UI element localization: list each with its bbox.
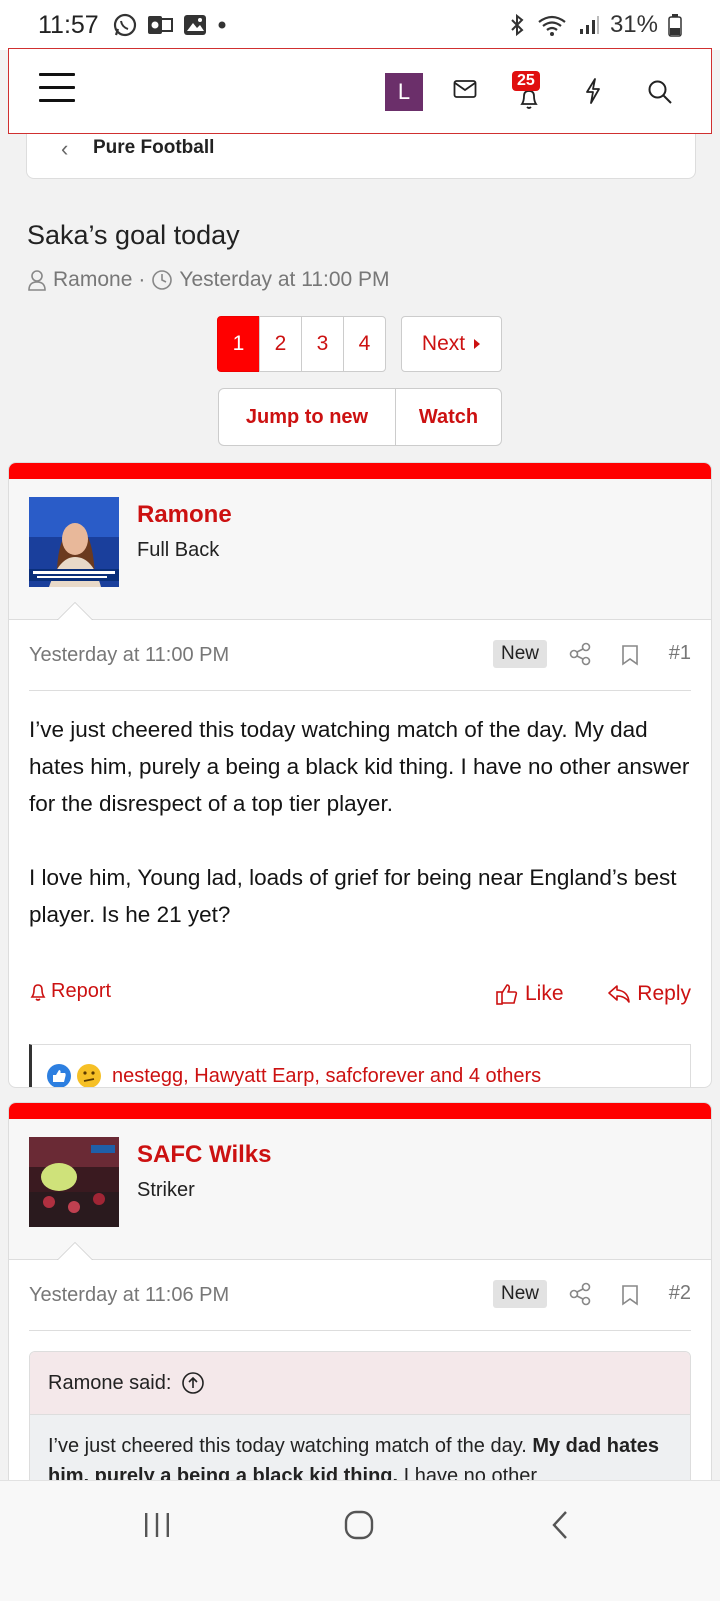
- share-icon[interactable]: [569, 1282, 591, 1306]
- battery-icon: [668, 14, 682, 37]
- quote-block: Ramone said: I’ve just cheered this toda…: [29, 1351, 691, 1480]
- user-avatar[interactable]: [29, 1137, 119, 1227]
- caret-right-icon: [474, 339, 481, 349]
- post: SAFC Wilks Striker Yesterday at 11:06 PM…: [8, 1102, 712, 1480]
- post-username[interactable]: SAFC Wilks: [137, 1141, 271, 1169]
- reactions-text[interactable]: nestegg, Hawyatt Earp, safcforever and 4…: [112, 1065, 541, 1088]
- user-icon: [28, 270, 46, 291]
- wifi-icon: [538, 15, 566, 36]
- watch-button[interactable]: Watch: [396, 389, 501, 445]
- more-notifications-icon: [218, 21, 226, 29]
- post-user-area: SAFC Wilks Striker: [9, 1119, 711, 1260]
- menu-icon[interactable]: [39, 73, 75, 107]
- post-date[interactable]: Yesterday at 11:00 PM: [29, 644, 229, 667]
- lightning-icon[interactable]: [583, 77, 603, 105]
- user-avatar[interactable]: [29, 497, 119, 587]
- reply-label: Reply: [637, 982, 691, 1005]
- thread-title: Saka’s goal today: [27, 220, 240, 250]
- post-paragraph: I’ve just cheered this today watching ma…: [29, 717, 690, 816]
- post-pointer: [57, 602, 93, 620]
- page-2-button[interactable]: 2: [259, 316, 302, 372]
- post-user-area: Ramone Full Back: [9, 479, 711, 620]
- post-username[interactable]: Ramone: [137, 501, 232, 529]
- thread-author[interactable]: Ramone: [53, 268, 132, 292]
- top-navigation: L 25: [8, 48, 712, 134]
- breadcrumb[interactable]: ‹ Pure Football: [26, 134, 696, 179]
- search-icon[interactable]: [647, 79, 673, 105]
- quote-header[interactable]: Ramone said:: [30, 1352, 690, 1415]
- pagination: 1 2 3 4: [217, 316, 386, 372]
- bookmark-icon[interactable]: [621, 1284, 639, 1306]
- new-badge: New: [493, 640, 548, 668]
- gallery-icon: [184, 15, 206, 35]
- outlook-icon: [148, 16, 173, 34]
- confused-reaction-icon: [77, 1064, 101, 1087]
- thread-actions: Jump to new Watch: [218, 388, 502, 446]
- like-label: Like: [525, 982, 564, 1005]
- jump-to-new-button[interactable]: Jump to new: [219, 389, 396, 445]
- post-header: Yesterday at 11:06 PM New #2: [29, 1260, 691, 1331]
- thread-date[interactable]: Yesterday at 11:00 PM: [179, 268, 389, 292]
- post-footer: Report Like Reply: [29, 970, 691, 1044]
- quote-text: I’ve just cheered this today watching ma…: [48, 1435, 533, 1457]
- signal-icon: [579, 16, 599, 34]
- share-icon[interactable]: [569, 642, 591, 666]
- status-time: 11:57: [38, 11, 99, 39]
- inbox-icon[interactable]: [453, 79, 477, 99]
- back-icon[interactable]: [550, 1509, 570, 1541]
- thread-content[interactable]: ‹ Pure Football Saka’s goal today Ramone…: [0, 134, 720, 1480]
- thumbs-up-icon: [496, 984, 518, 1005]
- post-accent-bar: [9, 463, 711, 479]
- post-date[interactable]: Yesterday at 11:06 PM: [29, 1284, 229, 1307]
- bookmark-icon[interactable]: [621, 644, 639, 666]
- clock-icon: [152, 270, 173, 290]
- post-accent-bar: [9, 1103, 711, 1119]
- next-page-button[interactable]: Next: [401, 316, 502, 372]
- arrow-up-circle-icon[interactable]: [181, 1371, 205, 1395]
- like-reaction-icon: [47, 1064, 71, 1087]
- reply-button[interactable]: Reply: [607, 982, 691, 1006]
- post-number[interactable]: #1: [669, 642, 691, 665]
- page-3-button[interactable]: 3: [301, 316, 344, 372]
- post-pointer: [57, 1242, 93, 1260]
- chevron-left-icon: ‹: [61, 136, 69, 161]
- new-badge: New: [493, 1280, 548, 1308]
- next-label: Next: [421, 332, 466, 355]
- whatsapp-icon: [113, 13, 137, 37]
- quote-text: I have no other: [398, 1465, 538, 1480]
- quote-author[interactable]: Ramone said:: [48, 1372, 171, 1395]
- report-button[interactable]: Report: [29, 980, 111, 1003]
- status-right: 31%: [508, 11, 682, 39]
- breadcrumb-label[interactable]: Pure Football: [93, 137, 214, 159]
- post-header: Yesterday at 11:00 PM New #1: [29, 620, 691, 691]
- recent-apps-icon[interactable]: [142, 1511, 172, 1539]
- thread-meta: Ramone · Yesterday at 11:00 PM: [27, 268, 390, 292]
- report-label: Report: [51, 980, 112, 1002]
- status-bar: 11:57 31%: [0, 0, 720, 50]
- notification-icons: [112, 12, 228, 38]
- reply-icon: [608, 985, 631, 1003]
- account-avatar[interactable]: L: [385, 73, 423, 111]
- bell-icon: [30, 983, 46, 1001]
- page-1-button[interactable]: 1: [217, 316, 260, 372]
- like-button[interactable]: Like: [495, 982, 564, 1006]
- system-navigation-bar: [0, 1480, 720, 1601]
- reactions-bar[interactable]: nestegg, Hawyatt Earp, safcforever and 4…: [29, 1044, 691, 1088]
- home-icon[interactable]: [343, 1509, 375, 1541]
- page-4-button[interactable]: 4: [343, 316, 386, 372]
- battery-percent: 31%: [609, 11, 658, 38]
- post-user-title: Striker: [137, 1179, 195, 1201]
- bluetooth-icon: [511, 13, 524, 37]
- post-body: I’ve just cheered this today watching ma…: [9, 691, 711, 933]
- post: Ramone Full Back Yesterday at 11:00 PM N…: [8, 462, 712, 1088]
- post-paragraph: I love him, Young lad, loads of grief fo…: [29, 865, 677, 927]
- alerts-count-badge: 25: [512, 71, 540, 91]
- post-number[interactable]: #2: [669, 1282, 691, 1305]
- meta-separator: ·: [138, 268, 146, 291]
- post-user-title: Full Back: [137, 539, 220, 561]
- quote-body: I’ve just cheered this today watching ma…: [30, 1415, 690, 1480]
